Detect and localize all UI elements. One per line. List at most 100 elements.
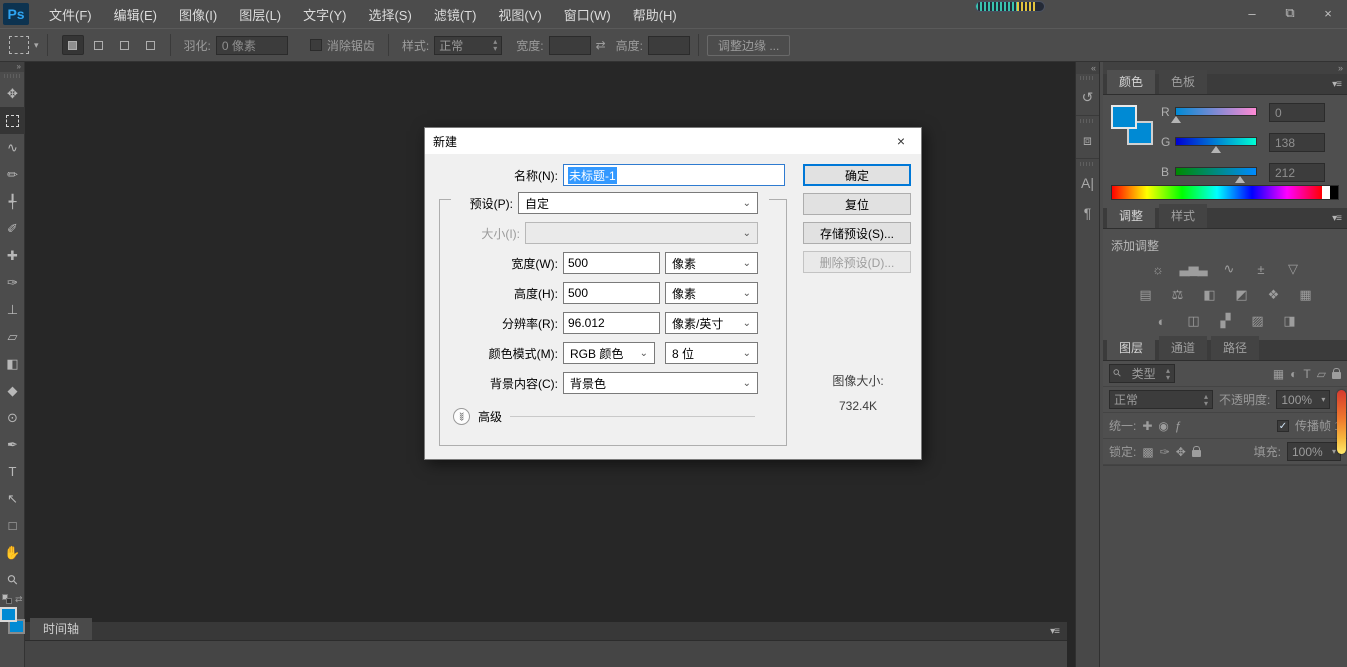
- type-tool[interactable]: T: [0, 458, 25, 485]
- red-value-input[interactable]: 0: [1269, 103, 1325, 122]
- dodge-tool[interactable]: ⊙: [0, 404, 25, 431]
- swap-colors-icon[interactable]: ⇄: [15, 594, 23, 605]
- zoom-tool[interactable]: ⚲: [0, 566, 25, 593]
- rectangular-marquee-tool[interactable]: [0, 107, 25, 134]
- intersect-selection-button[interactable]: [140, 35, 162, 55]
- gradient-tool[interactable]: ◧: [0, 350, 25, 377]
- dock-gripper-2[interactable]: [1080, 119, 1095, 123]
- shape-tool[interactable]: □: [0, 512, 25, 539]
- dock-expand-icon[interactable]: «: [1076, 62, 1099, 74]
- unify-visibility-icon[interactable]: ◉: [1158, 419, 1168, 433]
- menu-edit[interactable]: 编辑(E): [104, 1, 167, 28]
- unify-style-icon[interactable]: ƒ: [1175, 419, 1182, 433]
- layers-list-empty[interactable]: [1103, 465, 1347, 666]
- minimize-icon[interactable]: –: [1233, 0, 1271, 26]
- menu-layer[interactable]: 图层(L): [229, 1, 291, 28]
- photo-filter-icon[interactable]: ◩: [1231, 286, 1251, 304]
- unify-position-icon[interactable]: ✚: [1142, 419, 1152, 433]
- menu-file[interactable]: 文件(F): [39, 1, 102, 28]
- lock-all-icon[interactable]: [1192, 450, 1201, 457]
- tab-adjustments[interactable]: 调整: [1107, 204, 1155, 228]
- color-balance-icon[interactable]: ⚖: [1167, 286, 1187, 304]
- toolbar-gripper[interactable]: [4, 74, 20, 78]
- levels-icon[interactable]: ▃▅▃: [1180, 260, 1207, 278]
- menu-filter[interactable]: 滤镜(T): [424, 1, 487, 28]
- height-input[interactable]: 500: [563, 282, 660, 304]
- height-input[interactable]: [648, 36, 690, 55]
- lasso-tool[interactable]: ∿: [0, 134, 25, 161]
- menu-window[interactable]: 窗口(W): [554, 1, 621, 28]
- menu-help[interactable]: 帮助(H): [623, 1, 687, 28]
- properties-panel-icon[interactable]: ⧈: [1076, 125, 1099, 155]
- resolution-unit-select[interactable]: 像素/英寸⌄: [665, 312, 758, 334]
- black-white-icon[interactable]: ◧: [1199, 286, 1219, 304]
- dialog-close-icon[interactable]: ×: [881, 128, 921, 154]
- width-input[interactable]: [549, 36, 591, 55]
- channel-mixer-icon[interactable]: ❖: [1263, 286, 1283, 304]
- filter-shape-layers-icon[interactable]: ▱: [1317, 367, 1326, 381]
- reset-button[interactable]: 复位: [803, 193, 911, 215]
- posterize-icon[interactable]: ◫: [1183, 312, 1203, 330]
- eyedropper-tool[interactable]: ✐: [0, 215, 25, 242]
- invert-icon[interactable]: ◐: [1151, 312, 1171, 330]
- history-panel-icon[interactable]: ↺: [1076, 82, 1099, 112]
- move-tool[interactable]: ✥: [0, 80, 25, 107]
- foreground-color-swatch[interactable]: [0, 607, 17, 622]
- green-slider[interactable]: [1175, 137, 1257, 146]
- hue-saturation-icon[interactable]: ▤: [1135, 286, 1155, 304]
- paragraph-panel-icon[interactable]: ¶: [1076, 198, 1099, 228]
- color-mode-select[interactable]: RGB 颜色⌄: [563, 342, 655, 364]
- exposure-icon[interactable]: ±: [1251, 260, 1271, 278]
- subtract-from-selection-button[interactable]: [114, 35, 136, 55]
- style-select[interactable]: 正常▴▾: [434, 36, 502, 55]
- green-value-input[interactable]: 138: [1269, 133, 1325, 152]
- clone-stamp-tool[interactable]: ⊥: [0, 296, 25, 323]
- blur-tool[interactable]: ◆: [0, 377, 25, 404]
- width-input[interactable]: 500: [563, 252, 660, 274]
- tab-channels[interactable]: 通道: [1159, 336, 1207, 360]
- curves-icon[interactable]: ∿: [1219, 260, 1239, 278]
- dock-gripper-3[interactable]: [1080, 162, 1095, 166]
- width-unit-select[interactable]: 像素⌄: [665, 252, 758, 274]
- add-to-selection-button[interactable]: [88, 35, 110, 55]
- save-preset-button[interactable]: 存储预设(S)...: [803, 222, 911, 244]
- tab-layers[interactable]: 图层: [1107, 336, 1155, 360]
- ok-button[interactable]: 确定: [803, 164, 911, 186]
- fill-select[interactable]: 100%▾: [1287, 442, 1341, 461]
- spot-healing-brush-tool[interactable]: ✚: [0, 242, 25, 269]
- eraser-tool[interactable]: ▱: [0, 323, 25, 350]
- path-selection-tool[interactable]: ↖: [0, 485, 25, 512]
- threshold-icon[interactable]: ▞: [1215, 312, 1235, 330]
- hand-tool[interactable]: ✋: [0, 539, 25, 566]
- blue-slider[interactable]: [1175, 167, 1257, 176]
- refine-edge-button[interactable]: 调整边缘 ...: [707, 35, 790, 56]
- color-lookup-icon[interactable]: ▦: [1295, 286, 1315, 304]
- blend-mode-select[interactable]: 正常▴▾: [1109, 390, 1213, 409]
- height-unit-select[interactable]: 像素⌄: [665, 282, 758, 304]
- menu-view[interactable]: 视图(V): [488, 1, 551, 28]
- timeline-menu-icon[interactable]: ▾≡: [1050, 626, 1059, 637]
- advanced-expand-icon[interactable]: ««: [453, 408, 470, 425]
- lock-transparency-icon[interactable]: ▩: [1142, 445, 1153, 459]
- toolbar-collapse-icon[interactable]: »: [0, 62, 24, 72]
- scroll-indicator[interactable]: [1337, 390, 1346, 454]
- lock-position-icon[interactable]: ✥: [1176, 445, 1186, 459]
- brush-tool[interactable]: ✑: [0, 269, 25, 296]
- filter-type-layers-icon[interactable]: T: [1303, 367, 1310, 381]
- marquee-tool-preset-icon[interactable]: [9, 36, 29, 54]
- name-input[interactable]: 未标题-1: [563, 164, 785, 186]
- crop-tool[interactable]: ╃: [0, 188, 25, 215]
- filter-pixel-layers-icon[interactable]: ▦: [1273, 367, 1284, 381]
- menu-image[interactable]: 图像(I): [169, 1, 227, 28]
- tab-swatches[interactable]: 色板: [1159, 70, 1207, 94]
- menu-type[interactable]: 文字(Y): [293, 1, 356, 28]
- tab-paths[interactable]: 路径: [1211, 336, 1259, 360]
- selective-color-icon[interactable]: ◨: [1279, 312, 1299, 330]
- new-selection-button[interactable]: [62, 35, 84, 55]
- feather-input[interactable]: 0 像素: [216, 36, 288, 55]
- character-panel-icon[interactable]: A|: [1076, 168, 1099, 198]
- antialias-checkbox[interactable]: [310, 39, 322, 51]
- close-icon[interactable]: ×: [1309, 0, 1347, 26]
- filter-smart-object-icon[interactable]: [1332, 372, 1341, 379]
- color-spectrum-ramp[interactable]: [1111, 185, 1339, 200]
